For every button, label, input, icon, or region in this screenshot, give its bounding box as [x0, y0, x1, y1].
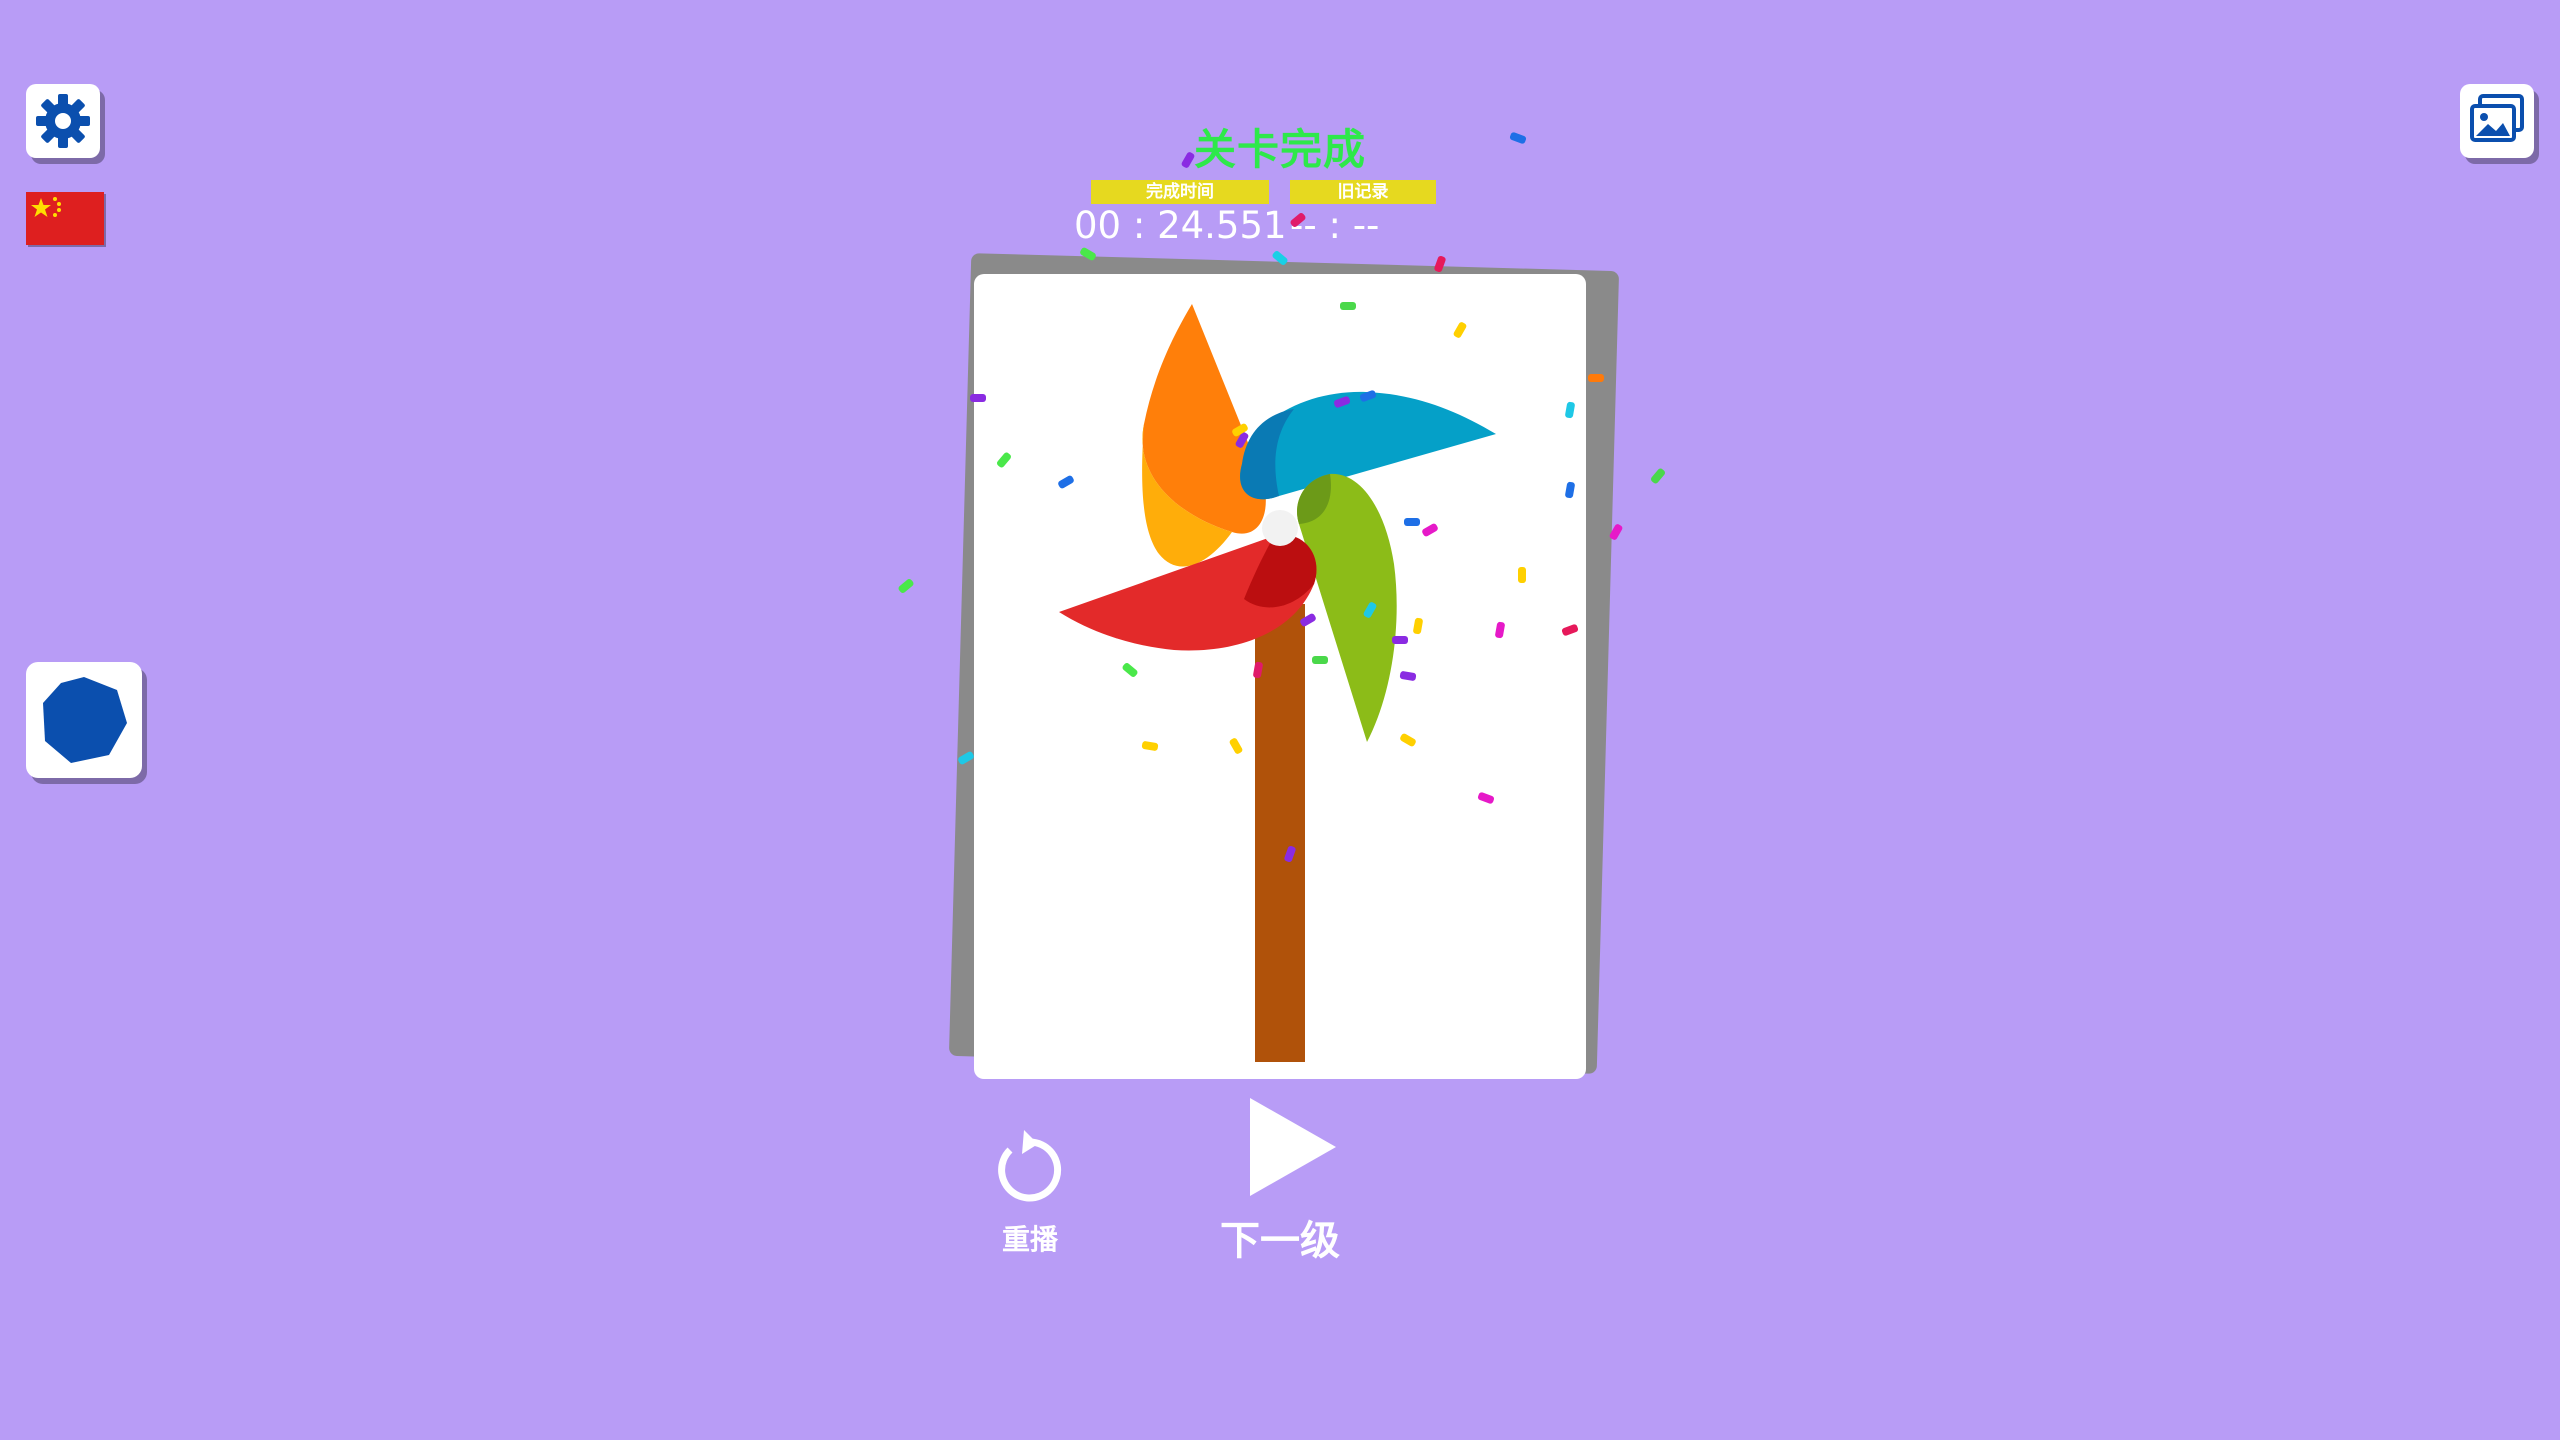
replay-button[interactable]: [984, 1128, 1064, 1208]
confetti-piece: [1509, 132, 1527, 144]
confetti-piece: [1651, 468, 1665, 484]
gallery-button[interactable]: [2460, 84, 2534, 158]
gallery-icon: [2470, 94, 2524, 142]
gear-icon: [36, 94, 90, 148]
shape-selector-button[interactable]: [26, 662, 142, 778]
next-level-label: 下一级: [1220, 1218, 1340, 1264]
replay-label: 重播: [1001, 1223, 1058, 1256]
old-record-value: -- : --: [1290, 204, 1380, 247]
play-icon: [1250, 1098, 1336, 1196]
replay-icon: [998, 1130, 1062, 1202]
octagon-icon: [43, 677, 127, 763]
confetti-piece: [898, 579, 914, 593]
completion-time-label: 完成时间: [1091, 180, 1269, 204]
next-level-button[interactable]: [1244, 1092, 1340, 1202]
pinwheel-hub: [1262, 510, 1298, 546]
pinwheel-blade-blue: [1240, 391, 1496, 500]
completed-puzzle-card: [974, 274, 1586, 1079]
old-record-label: 旧记录: [1290, 180, 1436, 204]
pinwheel-artwork: [1059, 304, 1496, 1062]
pinwheel-stick: [1255, 604, 1305, 1062]
china-flag-icon: [26, 192, 104, 245]
language-flag-button[interactable]: [26, 192, 104, 245]
completion-time-value: 00 : 24.551: [1074, 204, 1287, 247]
level-complete-title: 关卡完成: [1193, 125, 1366, 174]
settings-button[interactable]: [26, 84, 100, 158]
